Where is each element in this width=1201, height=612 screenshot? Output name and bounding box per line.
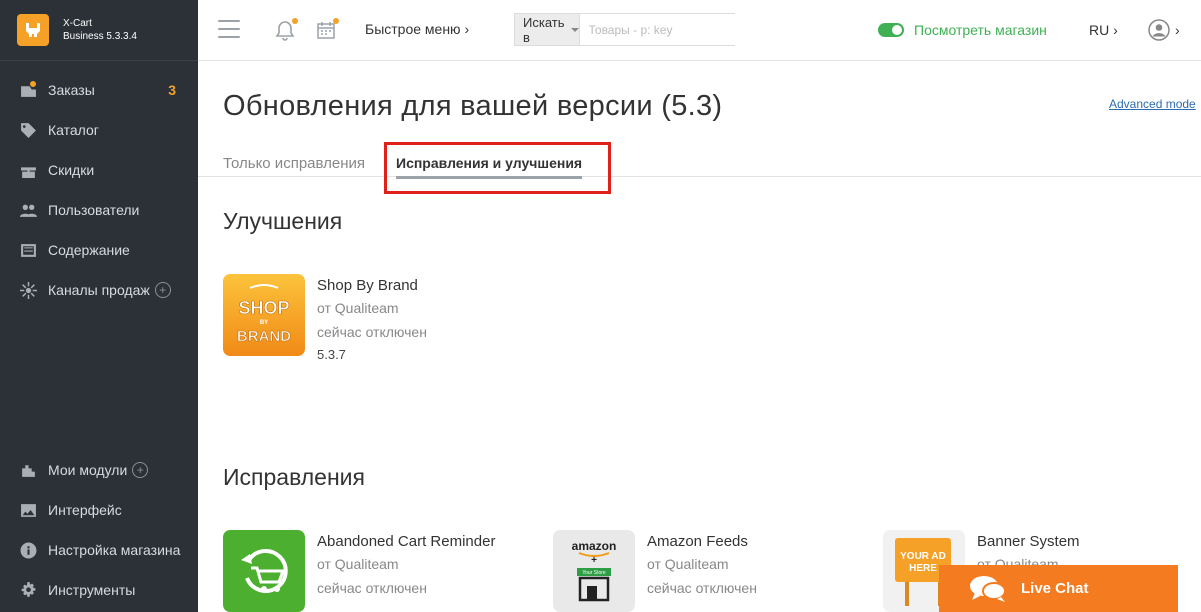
module-version: 5.3.7 xyxy=(317,347,346,362)
module-info: Shop By Brand от Qualiteam сейчас отключ… xyxy=(317,274,427,366)
sidebar-item-label: Инструменты xyxy=(48,582,136,598)
module-status: сейчас отключен xyxy=(317,580,427,596)
user-menu-chevron-icon[interactable]: › xyxy=(1175,22,1180,38)
sidebar: X-Cart Business 5.3.3.4 Заказы 3 Каталог… xyxy=(0,0,198,612)
xcart-logo-icon xyxy=(17,14,49,46)
brand-name: X-Cart xyxy=(63,18,92,29)
module-name[interactable]: Abandoned Cart Reminder xyxy=(317,532,495,552)
sidebar-item-label: Пользователи xyxy=(48,202,140,218)
amazon-feeds-logo: amazon + Your Store xyxy=(553,530,635,612)
calendar-notification-dot xyxy=(333,18,339,24)
module-name[interactable]: Banner System xyxy=(977,532,1080,552)
live-chat-label: Live Chat xyxy=(1021,580,1089,597)
sidebar-item-discounts[interactable]: Скидки xyxy=(0,150,198,190)
orders-notification-dot xyxy=(30,81,36,87)
gift-icon xyxy=(19,161,37,179)
search-scope-label: Искать в xyxy=(523,14,565,45)
svg-text:BY: BY xyxy=(260,320,268,326)
sidebar-item-my-modules[interactable]: Мои модули + xyxy=(0,450,198,490)
sidebar-item-interface[interactable]: Интерфейс xyxy=(0,490,198,530)
svg-text:+: + xyxy=(591,555,597,566)
sidebar-item-orders[interactable]: Заказы 3 xyxy=(0,70,198,110)
tabs: Только исправления Исправления и улучшен… xyxy=(198,150,1201,179)
sidebar-item-content[interactable]: Содержание xyxy=(0,230,198,270)
sidebar-item-label: Интерфейс xyxy=(48,502,122,518)
store-status-toggle[interactable] xyxy=(878,23,904,37)
module-card[interactable]: Abandoned Cart Reminder от Qualiteam сей… xyxy=(223,530,495,612)
module-info: Amazon Feeds от Qualiteam сейчас отключе… xyxy=(647,530,757,612)
sidebar-nav: Заказы 3 Каталог Скидки Пользователи Сод… xyxy=(0,70,198,310)
puzzle-icon xyxy=(19,461,37,479)
orders-count-badge: 3 xyxy=(168,82,176,98)
chat-bubbles-icon xyxy=(970,575,1006,602)
sidebar-item-label: Каналы продаж xyxy=(48,282,150,298)
users-icon xyxy=(19,201,37,219)
live-chat-button[interactable]: Live Chat xyxy=(939,565,1178,612)
brand-edition: Business 5.3.3.4 xyxy=(63,31,137,42)
sidebar-item-label: Настройка магазина xyxy=(48,542,181,558)
module-vendor: от Qualiteam xyxy=(317,300,399,316)
user-avatar-icon[interactable] xyxy=(1148,19,1170,41)
improvements-title: Улучшения xyxy=(223,208,343,234)
info-icon xyxy=(19,541,37,559)
module-vendor: от Qualiteam xyxy=(647,556,729,572)
language-selector[interactable]: RU › xyxy=(1089,22,1118,38)
add-module-icon[interactable]: + xyxy=(132,462,149,478)
channels-icon xyxy=(19,281,37,299)
shop-by-brand-logo: SHOP BY BRAND xyxy=(223,274,305,356)
image-icon xyxy=(19,501,37,519)
advanced-mode-link[interactable]: Advanced mode xyxy=(1109,97,1196,111)
brand-text: X-Cart Business 5.3.3.4 xyxy=(63,17,137,43)
module-card[interactable]: SHOP BY BRAND Shop By Brand от Qualiteam… xyxy=(223,274,427,366)
chevron-down-icon xyxy=(570,27,579,32)
sidebar-item-sales-channels[interactable]: Каналы продаж + xyxy=(0,270,198,310)
tag-icon xyxy=(19,121,37,139)
svg-text:Your Store: Your Store xyxy=(582,570,606,576)
module-name[interactable]: Amazon Feeds xyxy=(647,532,757,552)
sidebar-item-tools[interactable]: Инструменты xyxy=(0,570,198,610)
sidebar-nav-bottom: Мои модули + Интерфейс Настройка магазин… xyxy=(0,450,198,610)
svg-text:YOUR AD: YOUR AD xyxy=(900,551,946,562)
brand[interactable]: X-Cart Business 5.3.3.4 xyxy=(0,0,198,61)
view-store-link[interactable]: Посмотреть магазин xyxy=(914,22,1047,38)
top-header: Быстрое меню › Искать в Посмотреть магаз… xyxy=(198,0,1201,61)
module-vendor: от Qualiteam xyxy=(317,556,399,572)
tab-fixes-and-improvements[interactable]: Исправления и улучшения xyxy=(396,155,583,179)
sidebar-item-catalog[interactable]: Каталог xyxy=(0,110,198,150)
menu-toggle-icon[interactable] xyxy=(218,20,240,38)
svg-text:amazon: amazon xyxy=(572,539,617,553)
content-icon xyxy=(19,241,37,259)
sidebar-item-store-setup[interactable]: Настройка магазина xyxy=(0,530,198,570)
search-scope-select[interactable]: Искать в xyxy=(515,14,580,45)
svg-text:HERE: HERE xyxy=(909,563,937,574)
tab-fixes-only[interactable]: Только исправления xyxy=(223,155,365,172)
bell-icon[interactable] xyxy=(274,18,298,41)
module-name[interactable]: Shop By Brand xyxy=(317,276,427,296)
page-title: Обновления для вашей версии (5.3) xyxy=(223,90,723,122)
sidebar-item-label: Содержание xyxy=(48,242,130,258)
svg-text:SHOP: SHOP xyxy=(238,298,289,318)
abandoned-cart-logo xyxy=(223,530,305,612)
quick-menu[interactable]: Быстрое меню › xyxy=(365,21,469,37)
add-channel-icon[interactable]: + xyxy=(154,282,171,298)
search-input[interactable] xyxy=(579,14,744,45)
sidebar-item-label: Мои модули xyxy=(48,462,128,478)
module-status: сейчас отключен xyxy=(647,580,757,596)
bell-notification-dot xyxy=(292,18,298,24)
svg-text:BRAND: BRAND xyxy=(237,328,291,345)
sidebar-item-label: Заказы xyxy=(48,82,95,98)
sidebar-item-label: Каталог xyxy=(48,122,99,138)
module-info: Abandoned Cart Reminder от Qualiteam сей… xyxy=(317,530,495,612)
module-card[interactable]: amazon + Your Store Amazon Feeds от Qual… xyxy=(553,530,757,612)
fixes-title: Исправления xyxy=(223,464,365,490)
sidebar-item-users[interactable]: Пользователи xyxy=(0,190,198,230)
gear-icon xyxy=(19,581,37,599)
module-status: сейчас отключен xyxy=(317,324,427,340)
calendar-icon[interactable] xyxy=(315,18,339,41)
search-box: Искать в xyxy=(514,13,744,46)
sidebar-item-label: Скидки xyxy=(48,162,95,178)
